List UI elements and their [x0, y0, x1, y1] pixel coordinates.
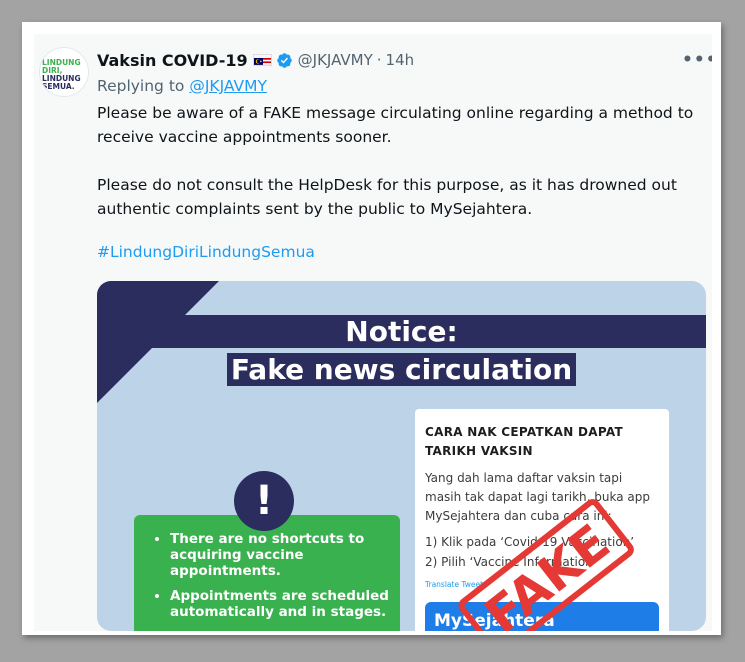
fake-stamp-text: FAKE	[474, 513, 620, 631]
replying-to: Replying to @JKJAVMY	[97, 77, 267, 95]
info-bullet-1: There are no shortcuts to acquiring vacc…	[170, 531, 390, 579]
screenshot-frame: LINDUNG DIRI, LINDUNG SEMUA. Vaksin COVI…	[22, 22, 721, 635]
notice-title-line-1: Notice:	[341, 315, 462, 348]
tweet-timestamp[interactable]: 14h	[386, 51, 415, 69]
fake-stamp-icon: FAKE	[458, 499, 634, 631]
fake-message-title: CARA NAK CEPATKAN DAPAT TARIKH VAKSIN	[425, 425, 624, 458]
avatar-text-line-4: SEMUA.	[42, 82, 75, 91]
author-handle[interactable]: @JKJAVMY	[298, 51, 373, 69]
avatar[interactable]: LINDUNG DIRI, LINDUNG SEMUA.	[39, 47, 89, 97]
hashtag-link[interactable]: #LindungDiriLindungSemua	[97, 243, 315, 261]
tweet-paragraph-2: Please do not consult the HelpDesk for t…	[97, 176, 677, 218]
exclamation-icon: !	[234, 471, 294, 531]
tweet-paragraph-1: Please be aware of a FAKE message circul…	[97, 104, 694, 146]
notice-heading: Notice: Fake news circulation	[97, 315, 706, 386]
info-bullet-2: Appointments are scheduled automatically…	[170, 588, 390, 620]
author-name[interactable]: Vaksin COVID-19	[97, 51, 248, 70]
separator-dot: ·	[376, 51, 382, 69]
tweet-media-image[interactable]: Notice: Fake news circulation There are …	[97, 281, 706, 631]
malaysia-flag-icon	[252, 54, 272, 66]
notice-title-line-2: Fake news circulation	[226, 353, 577, 386]
verified-badge-icon	[276, 52, 293, 69]
replying-to-label: Replying to	[97, 77, 185, 95]
replying-to-handle-link[interactable]: @JKJAVMY	[189, 77, 267, 95]
tweet[interactable]: LINDUNG DIRI, LINDUNG SEMUA. Vaksin COVI…	[34, 34, 712, 631]
tweet-text: Please be aware of a FAKE message circul…	[97, 101, 709, 221]
more-options-icon[interactable]: •••	[682, 50, 712, 70]
info-box: There are no shortcuts to acquiring vacc…	[134, 515, 400, 631]
tweet-header: Vaksin COVID-19 @JKJAVMY · 14h	[97, 48, 414, 72]
